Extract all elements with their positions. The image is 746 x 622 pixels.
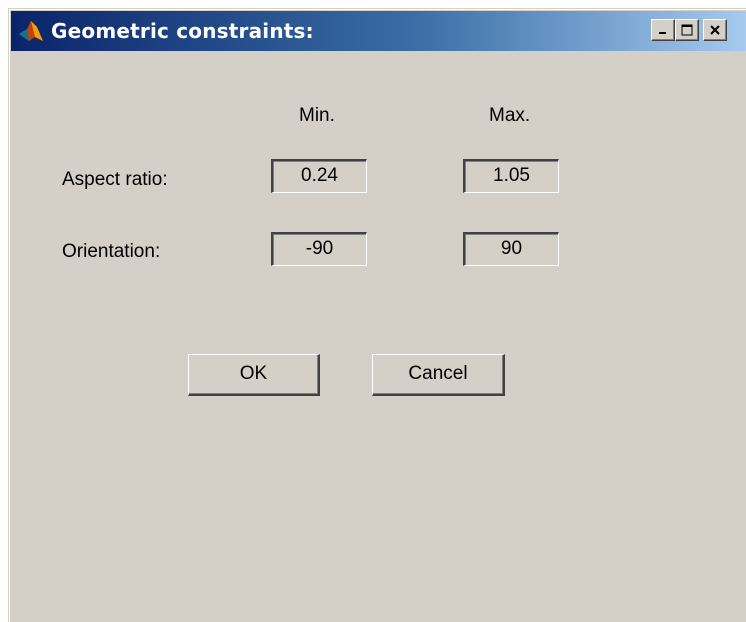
ok-button[interactable]: OK	[188, 354, 320, 396]
maximize-button[interactable]	[675, 19, 699, 41]
window-title: Geometric constraints:	[51, 19, 314, 43]
title-bar[interactable]: Geometric constraints:	[11, 11, 746, 51]
min-column-header: Min.	[299, 105, 335, 126]
orientation-min-field[interactable]: -90	[271, 232, 367, 266]
aspect-ratio-max-field[interactable]: 1.05	[463, 159, 559, 193]
close-icon	[710, 25, 720, 35]
aspect-ratio-min-field[interactable]: 0.24	[271, 159, 367, 193]
minimize-button[interactable]	[651, 19, 675, 41]
minimize-icon	[659, 32, 666, 34]
matlab-logo-icon	[19, 21, 43, 41]
orientation-max-field[interactable]: 90	[463, 232, 559, 266]
close-button[interactable]	[703, 19, 727, 41]
dialog-window: Geometric constraints: Min. Max. Aspect …	[8, 8, 746, 622]
aspect-ratio-label: Aspect ratio:	[62, 169, 168, 190]
max-column-header: Max.	[489, 105, 531, 126]
cancel-button[interactable]: Cancel	[372, 354, 505, 396]
maximize-icon	[681, 24, 693, 36]
orientation-label: Orientation:	[62, 241, 161, 262]
